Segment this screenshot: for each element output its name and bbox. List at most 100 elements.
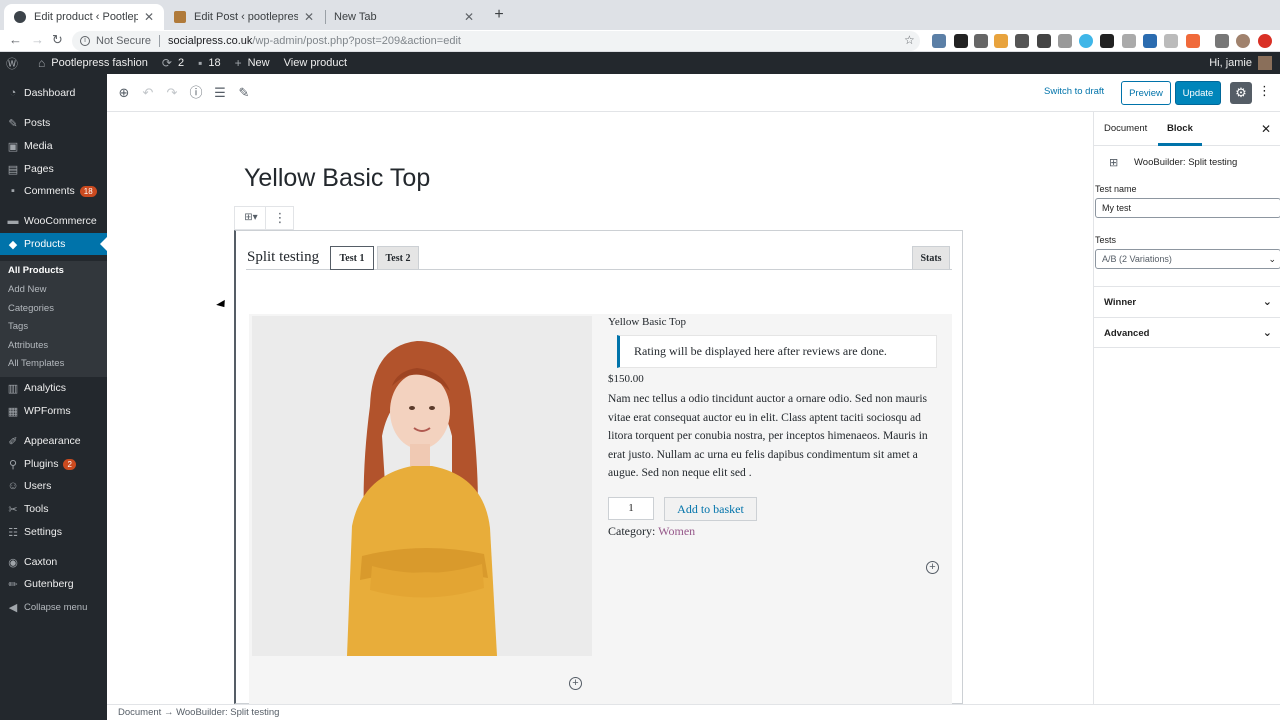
quantity-input[interactable]: 1	[608, 497, 654, 520]
admin-bar-site[interactable]: ⌂ Pootlepress fashion	[38, 56, 148, 70]
extension-icon[interactable]	[1058, 34, 1072, 48]
add-to-basket-button[interactable]: Add to basket	[664, 497, 757, 521]
profile-avatar[interactable]	[1236, 34, 1250, 48]
sidebar-item-plugins[interactable]: ⚲ Plugins 2	[0, 453, 107, 475]
sidebar-item-dashboard[interactable]: ◔ Dashboard	[0, 82, 107, 104]
sidebar-item-label: Plugins	[24, 458, 59, 470]
stats-button[interactable]: Stats	[912, 246, 950, 270]
tab-block[interactable]: Block	[1158, 112, 1202, 146]
category-link[interactable]: Women	[658, 524, 695, 538]
sidebar-item-comments[interactable]: ▪ Comments 18	[0, 180, 107, 202]
update-button[interactable]: Update	[1175, 81, 1221, 105]
info-icon[interactable]: ⓘ	[187, 84, 205, 102]
submenu-all-products[interactable]: All Products	[8, 265, 64, 276]
address-bar[interactable]: i Not Secure socialpress.co.uk/wp-admin/…	[72, 31, 920, 51]
product-image[interactable]	[252, 316, 592, 656]
more-options-icon[interactable]: ⋮	[1258, 83, 1271, 99]
tab-test-2[interactable]: Test 2	[377, 246, 419, 270]
settings-gear-icon[interactable]: ⚙	[1230, 82, 1252, 104]
product-description: Nam nec tellus a odio tincidunt auctor a…	[608, 392, 928, 480]
sidebar-item-gutenberg[interactable]: ✏ Gutenberg	[0, 573, 107, 595]
sidebar-item-appearance[interactable]: ✐ Appearance	[0, 430, 107, 452]
switch-to-draft-link[interactable]: Switch to draft	[1044, 86, 1104, 97]
block-switcher-icon[interactable]: ⊞▾	[239, 207, 263, 229]
browser-tab-3[interactable]: New Tab ✕	[324, 4, 484, 30]
block-more-options-icon[interactable]: ⋮	[269, 207, 291, 229]
tab-title: New Tab	[334, 11, 377, 23]
admin-bar-new[interactable]: + New	[235, 56, 270, 70]
extension-icon[interactable]	[954, 34, 968, 48]
submenu-categories[interactable]: Categories	[8, 303, 54, 314]
sidebar-item-woocommerce[interactable]: ▬ WooCommerce	[0, 210, 107, 232]
layers-extension-icon[interactable]	[1100, 34, 1114, 48]
sidebar-item-products[interactable]: ◆ Products	[0, 233, 107, 255]
extension-icon[interactable]	[1143, 34, 1157, 48]
add-block-inserter-icon[interactable]: +	[926, 561, 939, 574]
extension-icon[interactable]	[1015, 34, 1029, 48]
bookmark-star-icon[interactable]: ☆	[904, 33, 915, 47]
panel-section-winner[interactable]: Winner ⌄	[1094, 286, 1280, 317]
forward-icon[interactable]: →	[31, 32, 44, 47]
new-tab-button[interactable]: +	[490, 6, 508, 24]
browser-tab-1[interactable]: Edit product ‹ Pootlepress fashion ✕	[4, 4, 164, 30]
close-tab-icon[interactable]: ✕	[304, 10, 314, 24]
preview-button[interactable]: Preview	[1121, 81, 1171, 105]
post-title[interactable]: Yellow Basic Top	[244, 164, 430, 193]
back-icon[interactable]: ←	[9, 32, 22, 47]
info-icon[interactable]: i	[80, 36, 90, 46]
close-tab-icon[interactable]: ✕	[464, 10, 474, 24]
breadcrumb-document[interactable]: Document	[118, 707, 161, 718]
sidebar-item-wpforms[interactable]: ▦ WPForms	[0, 400, 107, 422]
add-block-icon[interactable]: ⊕	[115, 84, 133, 102]
submenu-tags[interactable]: Tags	[8, 321, 28, 332]
sidebar-item-label: Caxton	[24, 556, 58, 568]
sidebar-item-posts[interactable]: ✎ Posts	[0, 112, 107, 134]
submenu-attributes[interactable]: Attributes	[8, 340, 48, 351]
wordpress-logo-icon[interactable]: Ⓦ	[6, 55, 24, 72]
tests-select[interactable]: A/B (2 Variations) ⌄	[1095, 249, 1280, 269]
extension-icon[interactable]	[994, 34, 1008, 48]
close-tab-icon[interactable]: ✕	[144, 10, 154, 24]
extension-icon[interactable]	[1164, 34, 1178, 48]
reload-icon[interactable]: ↻	[52, 32, 63, 48]
settings-sidebar: Document Block ✕ ⊞ WooBuilder: Split tes…	[1093, 112, 1280, 704]
admin-bar-view-product[interactable]: View product	[284, 57, 347, 69]
test-name-input[interactable]: My test	[1095, 198, 1280, 218]
extension-icon[interactable]	[1186, 34, 1200, 48]
sidebar-item-pages[interactable]: ▤ Pages	[0, 158, 107, 180]
cast-icon[interactable]	[1215, 34, 1229, 48]
browser-tab-2[interactable]: Edit Post ‹ pootlepress — WordPress ✕	[164, 4, 324, 30]
brush-icon: ✐	[8, 435, 18, 448]
panel-section-advanced[interactable]: Advanced ⌄	[1094, 317, 1280, 348]
camera-extension-icon[interactable]	[974, 34, 988, 48]
editor-header: ⊕ ↶ ↷ ⓘ ☰ ✎ Switch to draft Preview Upda…	[107, 74, 1280, 112]
admin-bar-account[interactable]: Hi, jamie	[1209, 52, 1272, 74]
close-icon[interactable]: ✕	[1261, 122, 1271, 136]
sidebar-item-settings[interactable]: ☷ Settings	[0, 521, 107, 543]
caxton-icon: ◉	[8, 556, 18, 569]
sidebar-item-tools[interactable]: ✂ Tools	[0, 498, 107, 520]
sidebar-item-analytics[interactable]: ▥ Analytics	[0, 377, 107, 399]
edit-mode-icon[interactable]: ✎	[235, 84, 253, 102]
undo-icon[interactable]: ↶	[139, 84, 157, 102]
extension-icon[interactable]	[1122, 34, 1136, 48]
sidebar-item-users[interactable]: ☺ Users	[0, 475, 107, 497]
admin-bar-comments[interactable]: ▪ 18	[198, 56, 221, 70]
extension-icon[interactable]	[1037, 34, 1051, 48]
submenu-add-new[interactable]: Add New	[8, 284, 47, 295]
extension-icon[interactable]	[932, 34, 946, 48]
submenu-all-templates[interactable]: All Templates	[8, 358, 64, 369]
breadcrumb-block[interactable]: WooBuilder: Split testing	[176, 707, 279, 718]
extension-icon[interactable]	[1079, 34, 1093, 48]
sidebar-collapse-menu[interactable]: ◀ Collapse menu	[0, 596, 107, 618]
add-block-inserter-icon[interactable]: +	[569, 677, 582, 690]
admin-bar-updates[interactable]: ⟳ 2	[162, 56, 184, 70]
tab-document[interactable]: Document	[1104, 112, 1147, 146]
update-menu-icon[interactable]	[1258, 34, 1272, 48]
redo-icon[interactable]: ↷	[163, 84, 181, 102]
sidebar-item-media[interactable]: ▣ Media	[0, 135, 107, 157]
browser-tabstrip: Edit product ‹ Pootlepress fashion ✕ Edi…	[0, 0, 1280, 30]
sidebar-item-caxton[interactable]: ◉ Caxton	[0, 551, 107, 573]
tab-test-1[interactable]: Test 1	[330, 246, 374, 270]
outline-icon[interactable]: ☰	[211, 84, 229, 102]
